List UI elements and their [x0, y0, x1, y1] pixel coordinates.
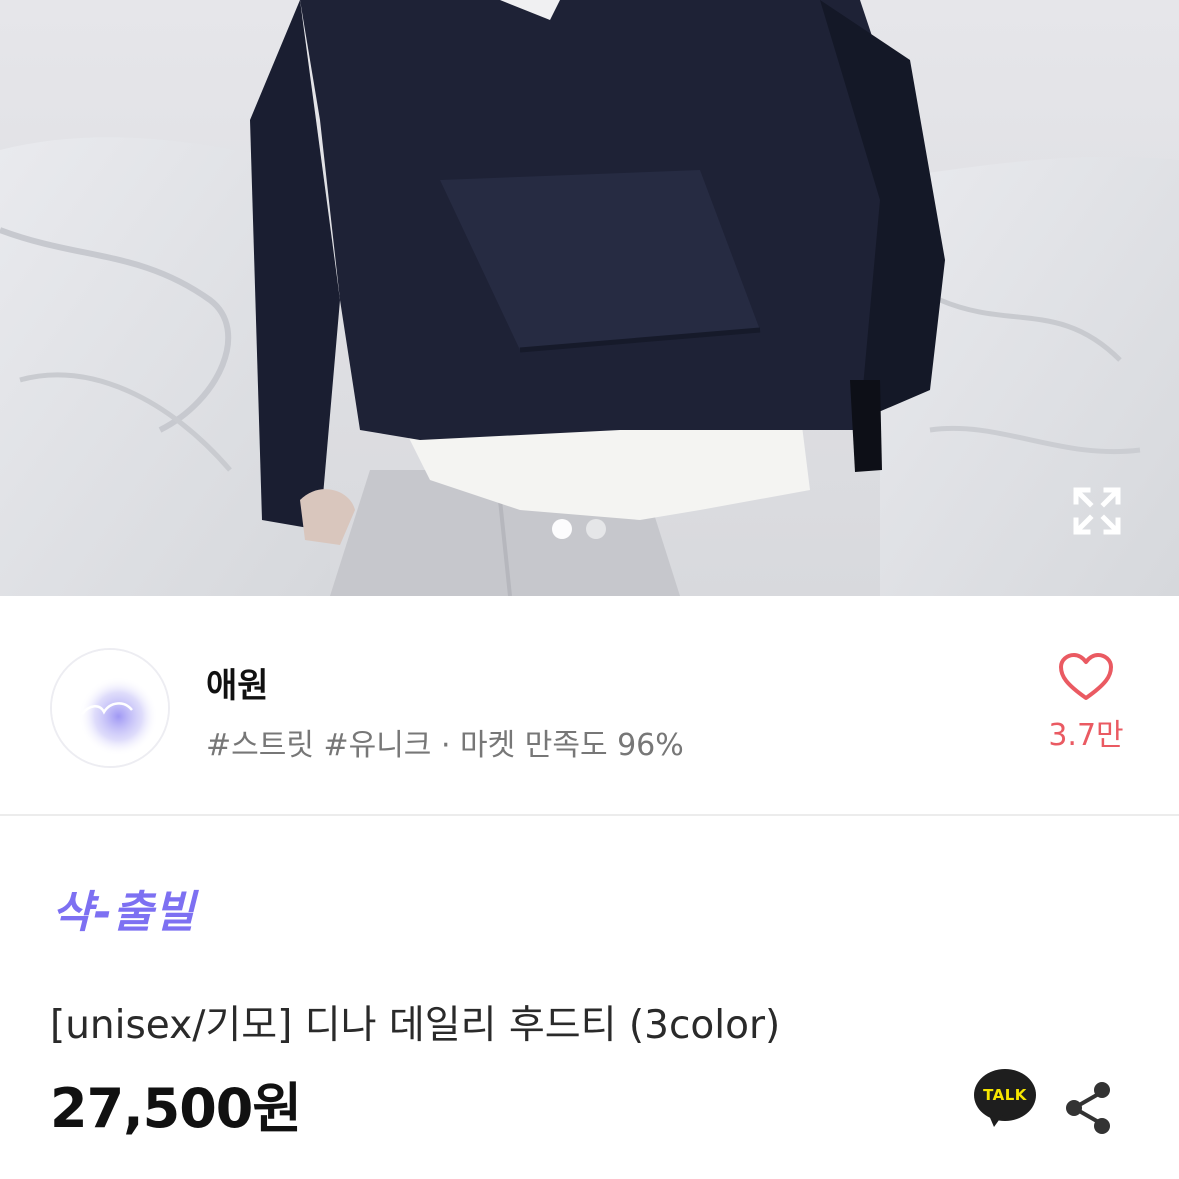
product-title: [unisex/기모] 디나 데일리 후드티 (3color): [50, 1003, 781, 1048]
store-tags: #스트릿 #유니크 · 마켓 만족도 96%: [206, 728, 684, 763]
talk-label: TALK: [983, 1086, 1027, 1104]
talk-bubble-tail: [988, 1113, 1004, 1127]
talk-button[interactable]: TALK: [974, 1069, 1036, 1129]
store-name[interactable]: 애원: [206, 658, 269, 707]
share-icon: [1066, 1082, 1110, 1134]
heart-outline-icon: [1059, 653, 1113, 700]
product-info: 샥-출빌 [unisex/기모] 디나 데일리 후드티 (3color) 27,…: [0, 816, 1179, 1179]
store-logo: [52, 650, 168, 766]
product-image-gallery[interactable]: [0, 0, 1179, 596]
store-info: 애원 #스트릿 #유니크 · 마켓 만족도 96% 3.7만: [0, 596, 1179, 816]
talk-icon: TALK: [974, 1069, 1036, 1121]
product-price: 27,500원: [50, 1077, 302, 1140]
promo-badge: 샥-출빌: [52, 887, 196, 938]
store-avatar[interactable]: [50, 648, 170, 768]
pagination-dot[interactable]: [586, 519, 606, 539]
gallery-pagination: [552, 519, 606, 539]
product-photo: [0, 0, 1179, 596]
like-count: 3.7만: [1048, 718, 1124, 753]
expand-button[interactable]: [1062, 476, 1132, 546]
like-button[interactable]: 3.7만: [1028, 652, 1144, 754]
expand-icon: [1073, 487, 1121, 535]
pagination-dot-active[interactable]: [552, 519, 572, 539]
share-button[interactable]: [1062, 1078, 1114, 1138]
